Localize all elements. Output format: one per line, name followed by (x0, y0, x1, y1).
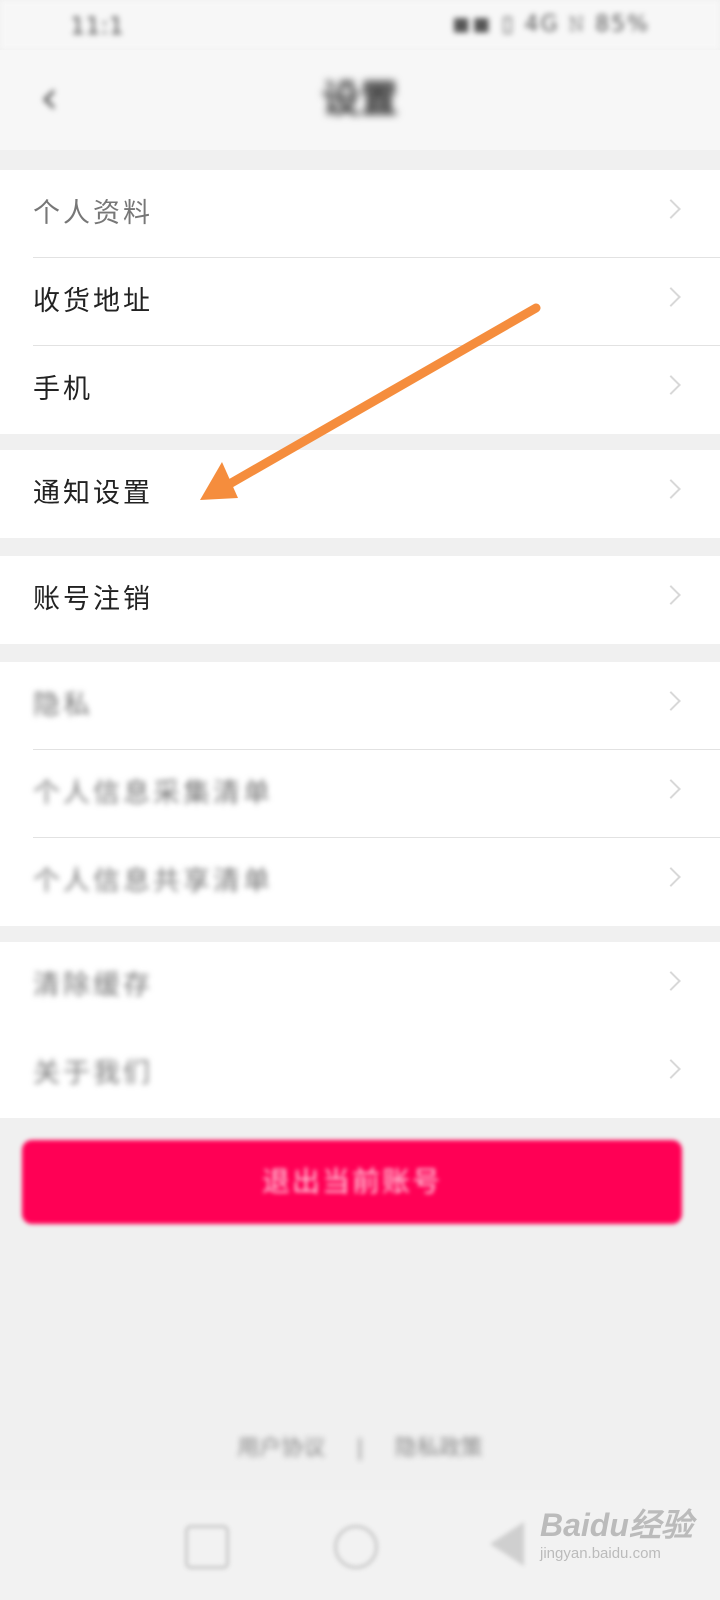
system-back-icon[interactable] (490, 1522, 524, 1566)
watermark-brand: Baidu经验 (540, 1507, 693, 1543)
footer-separator: | (356, 1436, 364, 1461)
settings-group-privacy: 隐私 个人信息采集清单 个人信息共享清单 (0, 662, 720, 926)
settings-item-account-cancel[interactable]: 账号注销 (0, 556, 720, 644)
settings-group-cancel: 账号注销 (0, 556, 720, 644)
settings-item-label: 个人信息共享清单 (33, 866, 273, 897)
settings-item-phone[interactable]: 手机 (0, 346, 720, 434)
chevron-right-icon (661, 691, 681, 711)
footer-links: 用户协议 | 隐私政策 (0, 1430, 720, 1462)
settings-item-label: 通知设置 (33, 478, 153, 509)
status-time: 11:1 (70, 12, 124, 40)
user-agreement-link[interactable]: 用户协议 (237, 1436, 325, 1461)
chevron-right-icon (661, 779, 681, 799)
settings-item-about[interactable]: 关于我们 (0, 1030, 720, 1118)
chevron-right-icon (661, 287, 681, 307)
settings-item-clear-cache[interactable]: 清除缓存 (0, 942, 720, 1030)
status-bar: 11:1 ◼◼ ▯ 4G 𝙽 85% (0, 0, 720, 50)
chevron-right-icon (661, 1059, 681, 1079)
chevron-right-icon (661, 479, 681, 499)
settings-item-info-collect[interactable]: 个人信息采集清单 (0, 750, 720, 838)
privacy-policy-link[interactable]: 隐私政策 (395, 1436, 483, 1461)
settings-item-profile[interactable]: 个人资料 (0, 170, 720, 258)
settings-item-info-share[interactable]: 个人信息共享清单 (0, 838, 720, 926)
watermark-url: jingyan.baidu.com (540, 1545, 661, 1562)
settings-group-misc: 清除缓存 关于我们 (0, 942, 720, 1118)
settings-item-address[interactable]: 收货地址 (0, 258, 720, 346)
settings-item-label: 清除缓存 (33, 970, 153, 1001)
settings-item-label: 手机 (33, 374, 93, 405)
recent-apps-icon[interactable] (185, 1525, 229, 1569)
settings-item-privacy[interactable]: 隐私 (0, 662, 720, 750)
settings-item-label: 收货地址 (33, 286, 153, 317)
chevron-right-icon (661, 867, 681, 887)
chevron-right-icon (661, 971, 681, 991)
baidu-watermark: Baidu经验 jingyan.baidu.com (540, 1490, 710, 1590)
settings-item-label: 账号注销 (33, 584, 153, 615)
chevron-right-icon (661, 585, 681, 605)
settings-group-notification: 通知设置 (0, 450, 720, 538)
settings-group-account: 个人资料 收货地址 手机 (0, 170, 720, 434)
settings-item-label: 隐私 (33, 690, 93, 721)
logout-button[interactable]: 退出当前账号 (22, 1140, 682, 1224)
status-icons: ◼◼ ▯ 4G 𝙽 85% (451, 12, 650, 37)
chevron-right-icon (661, 199, 681, 219)
settings-item-label: 个人信息采集清单 (33, 778, 273, 809)
settings-item-notification[interactable]: 通知设置 (0, 450, 720, 538)
nav-bar: ‹ 设置 (0, 50, 720, 150)
chevron-right-icon (661, 375, 681, 395)
home-icon[interactable] (334, 1525, 378, 1569)
settings-item-label: 关于我们 (33, 1058, 153, 1089)
page-title: 设置 (321, 77, 398, 121)
settings-item-label: 个人资料 (33, 198, 153, 229)
